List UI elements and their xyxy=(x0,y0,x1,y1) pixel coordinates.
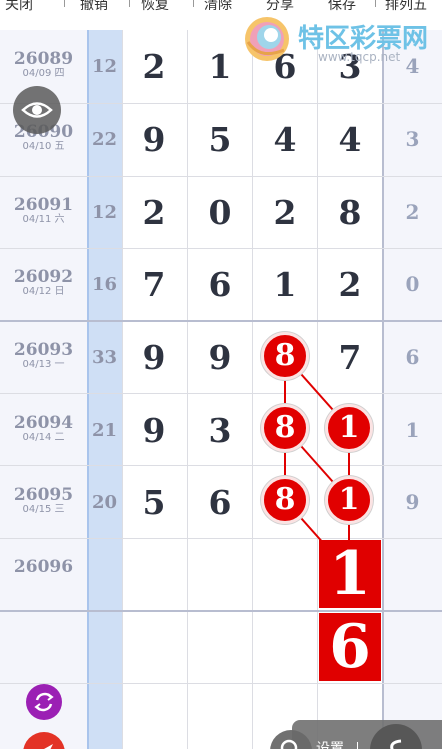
settings-label[interactable]: 设置 xyxy=(316,738,344,749)
search-button[interactable] xyxy=(270,730,312,749)
hit-marker[interactable]: 1 xyxy=(325,404,373,452)
eye-toggle-button[interactable] xyxy=(13,86,61,134)
hit-marker[interactable]: 8 xyxy=(261,332,309,380)
logo-icon xyxy=(245,17,289,61)
watermark-url: www.tqcp.net xyxy=(318,50,401,64)
watermark: 特区彩票网 www.tqcp.net xyxy=(240,12,442,66)
settings-separator xyxy=(357,742,358,749)
share-icon xyxy=(390,739,402,749)
predicted-digit-cell[interactable]: 1 xyxy=(319,540,381,608)
refresh-icon xyxy=(34,692,54,712)
eye-icon xyxy=(21,102,53,118)
predicted-digit-cell[interactable]: 6 xyxy=(319,613,381,681)
share-circle-button[interactable] xyxy=(370,724,422,749)
search-icon xyxy=(280,739,298,749)
hit-marker[interactable]: 8 xyxy=(261,476,309,524)
send-button[interactable] xyxy=(23,732,65,749)
send-icon xyxy=(44,744,53,749)
hit-marker[interactable]: 8 xyxy=(261,404,309,452)
refresh-button[interactable] xyxy=(26,684,62,720)
hit-marker[interactable]: 1 xyxy=(325,476,373,524)
